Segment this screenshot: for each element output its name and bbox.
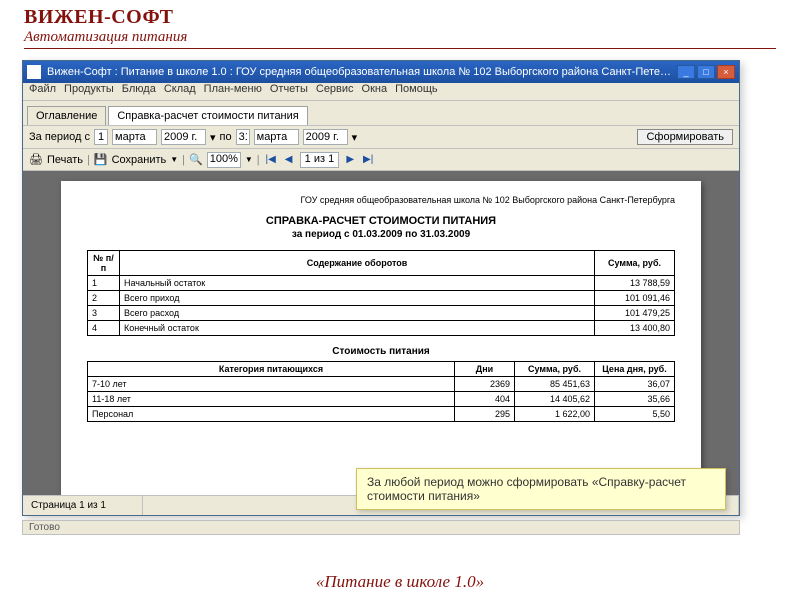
col-sum: Сумма, руб. (595, 251, 675, 276)
col-content: Содержание оборотов (120, 251, 595, 276)
menu-service[interactable]: Сервис (316, 83, 354, 100)
zoom-select[interactable]: 100% (207, 152, 241, 168)
report-school: ГОУ средняя общеобразовательная школа № … (87, 195, 675, 205)
app-window: Вижен-Софт : Питание в школе 1.0 : ГОУ с… (22, 60, 740, 516)
table-row: Персонал2951 622,005,50 (88, 407, 675, 422)
app-icon (27, 65, 41, 79)
cost-table: Категория питающихся Дни Сумма, руб. Цен… (87, 361, 675, 422)
turnover-table: № п/п Содержание оборотов Сумма, руб. 1Н… (87, 250, 675, 336)
page-prev-icon[interactable]: ◀ (282, 153, 296, 167)
date-to-month[interactable] (254, 129, 299, 145)
maximize-button[interactable]: □ (697, 65, 715, 79)
print-toolbar: 🖨 Печать | 💾 Сохранить ▼ | 🔍 100% ▼ | |◀… (23, 149, 739, 171)
menu-window[interactable]: Окна (362, 83, 388, 100)
menu-warehouse[interactable]: Склад (164, 83, 196, 100)
menu-planmenu[interactable]: План-меню (204, 83, 262, 100)
tabbar: Оглавление Справка-расчет стоимости пита… (23, 101, 739, 125)
menu-help[interactable]: Помощь (395, 83, 438, 100)
table-row: 1Начальный остаток13 788,59 (88, 276, 675, 291)
brand-title: ВИЖЕН-СОФТ (24, 6, 776, 29)
period-label: За период с (29, 131, 90, 143)
close-button[interactable]: × (717, 65, 735, 79)
date-to-picker-icon[interactable]: ▾ (352, 131, 358, 144)
menu-reports[interactable]: Отчеты (270, 83, 308, 100)
print-icon[interactable]: 🖨 (29, 153, 43, 166)
save-dropdown-icon[interactable]: ▼ (170, 155, 178, 164)
col-index: № п/п (88, 251, 120, 276)
cost-table-title: Стоимость питания (87, 346, 675, 357)
save-icon[interactable]: 💾 (94, 153, 108, 166)
col-days: Дни (455, 362, 515, 377)
minimize-button[interactable]: _ (677, 65, 695, 79)
col-sum2: Сумма, руб. (515, 362, 595, 377)
page-next-icon[interactable]: ▶ (343, 153, 357, 167)
date-to-year[interactable] (303, 129, 348, 145)
date-to-day[interactable] (236, 129, 250, 145)
date-from-day[interactable] (94, 129, 108, 145)
menu-dishes[interactable]: Блюда (122, 83, 156, 100)
brand-subtitle: Автоматизация питания (24, 29, 776, 46)
callout: За любой период можно сформировать «Спра… (356, 468, 726, 510)
tab-toc[interactable]: Оглавление (27, 106, 106, 125)
titlebar: Вижен-Софт : Питание в школе 1.0 : ГОУ с… (23, 61, 739, 83)
menubar: Файл Продукты Блюда Склад План-меню Отче… (23, 83, 739, 101)
brand-divider (24, 48, 776, 49)
window-title: Вижен-Софт : Питание в школе 1.0 : ГОУ с… (47, 66, 675, 78)
report-page: ГОУ средняя общеобразовательная школа № … (61, 181, 701, 495)
page-last-icon[interactable]: ▶| (361, 153, 375, 167)
app-statusbar: Готово (22, 520, 740, 535)
report-period: за период с 01.03.2009 по 31.03.2009 (87, 229, 675, 240)
tab-report[interactable]: Справка-расчет стоимости питания (108, 106, 307, 125)
page-indicator: 1 из 1 (300, 152, 340, 168)
table-row: 7-10 лет236985 451,6336,07 (88, 377, 675, 392)
col-price: Цена дня, руб. (595, 362, 675, 377)
report-viewport: ГОУ средняя общеобразовательная школа № … (23, 171, 739, 495)
zoom-icon[interactable]: 🔍 (189, 153, 203, 166)
date-from-month[interactable] (112, 129, 157, 145)
table-row: 2Всего приход101 091,46 (88, 291, 675, 306)
status-page: Страница 1 из 1 (23, 496, 143, 515)
period-to-label: по (220, 131, 232, 143)
footer-caption: «Питание в школе 1.0» (0, 572, 800, 592)
date-from-picker-icon[interactable]: ▾ (210, 131, 216, 144)
report-title: СПРАВКА-РАСЧЕТ СТОИМОСТИ ПИТАНИЯ (87, 215, 675, 227)
zoom-dropdown-icon[interactable]: ▼ (245, 155, 253, 164)
filterbar: За период с ▾ по ▾ Сформировать (23, 125, 739, 149)
print-button[interactable]: Печать (47, 154, 83, 166)
date-from-year[interactable] (161, 129, 206, 145)
table-row: 11-18 лет40414 405,6235,66 (88, 392, 675, 407)
menu-products[interactable]: Продукты (64, 83, 114, 100)
table-row: 4Конечный остаток13 400,80 (88, 321, 675, 336)
save-button[interactable]: Сохранить (112, 154, 167, 166)
col-category: Категория питающихся (88, 362, 455, 377)
menu-file[interactable]: Файл (29, 83, 56, 100)
generate-button[interactable]: Сформировать (637, 129, 733, 145)
page-first-icon[interactable]: |◀ (264, 153, 278, 167)
table-row: 3Всего расход101 479,25 (88, 306, 675, 321)
